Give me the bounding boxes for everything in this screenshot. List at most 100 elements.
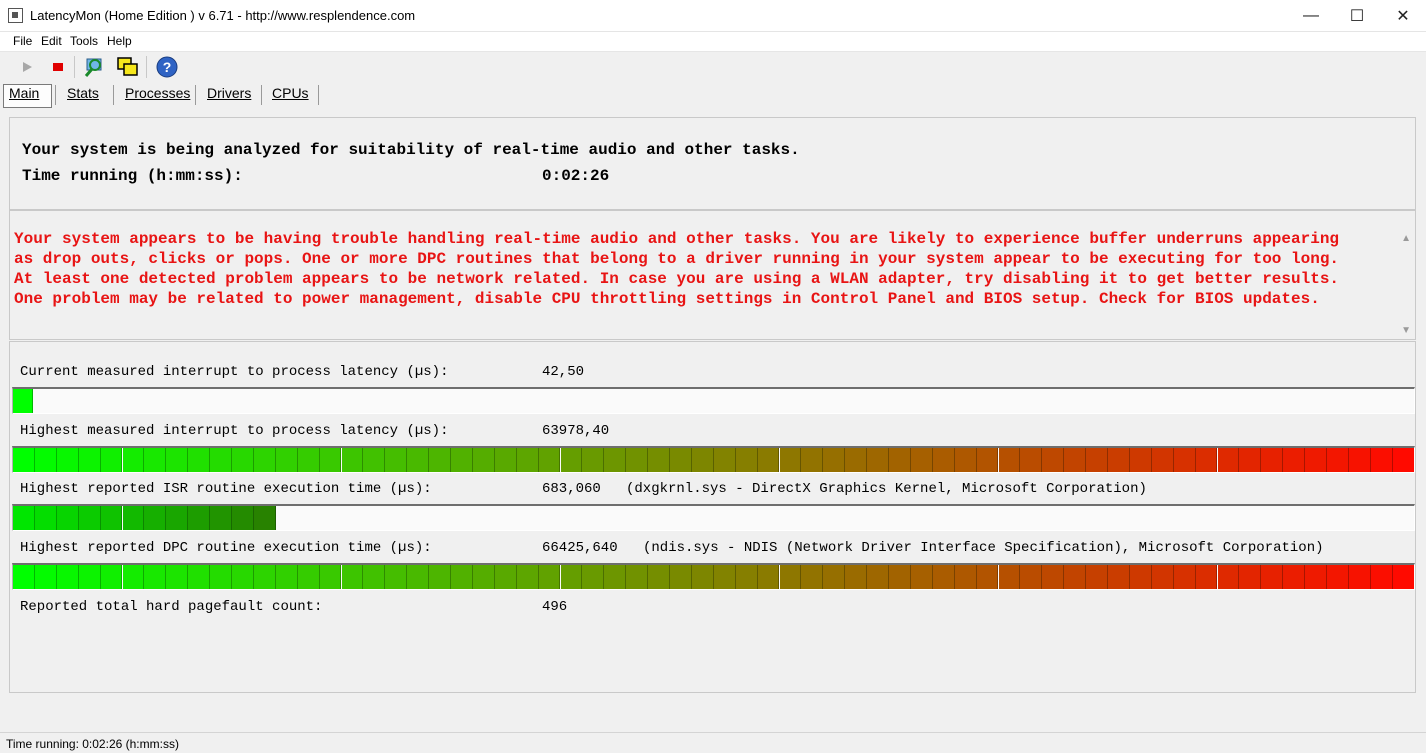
bar-segment — [582, 565, 605, 589]
bar-segment — [1283, 448, 1306, 472]
bar-segment — [166, 506, 189, 530]
warning-line: Your system appears to be having trouble… — [14, 230, 1340, 248]
isr-time-bar — [12, 504, 1415, 531]
bar-segment — [297, 565, 320, 589]
bar-segment — [845, 448, 868, 472]
bar-segment — [889, 448, 911, 472]
bar-segment — [1305, 448, 1327, 472]
bar-segment — [319, 565, 342, 589]
isr-time-value: 683,060 — [542, 481, 601, 497]
bar-segment — [1042, 448, 1065, 472]
bar-segment — [998, 565, 1021, 589]
bar-segment — [867, 565, 889, 589]
tab-separator — [55, 85, 56, 105]
bar-segment — [297, 448, 320, 472]
isr-time-label: Highest reported ISR routine execution t… — [20, 481, 432, 497]
help-button[interactable]: ? — [155, 55, 179, 79]
measurements-panel: Current measured interrupt to process la… — [9, 341, 1416, 693]
warning-panel: Your system appears to be having trouble… — [9, 210, 1416, 340]
stop-icon — [53, 63, 63, 71]
bar-segment — [1020, 448, 1043, 472]
bar-segment — [1151, 448, 1174, 472]
tab-drivers[interactable]: Drivers — [207, 85, 251, 101]
bar-segment — [494, 565, 517, 589]
close-button[interactable]: ✕ — [1380, 0, 1426, 31]
bar-segment — [932, 565, 955, 589]
menu-edit[interactable]: Edit — [41, 34, 62, 48]
toolbar-separator — [74, 56, 75, 78]
search-button[interactable] — [83, 55, 107, 79]
tab-processes[interactable]: Processes — [125, 85, 190, 101]
bar-segment — [910, 565, 933, 589]
play-icon — [23, 62, 32, 72]
time-running-label: Time running (h:mm:ss): — [22, 167, 243, 185]
bar-segment — [538, 565, 561, 589]
bar-segment — [34, 565, 57, 589]
tab-stats[interactable]: Stats — [67, 85, 99, 101]
play-button[interactable] — [15, 55, 39, 79]
bar-segment — [1348, 448, 1371, 472]
bar-segment — [1064, 448, 1087, 472]
bar-segment — [78, 565, 101, 589]
bar-segment — [253, 565, 276, 589]
minimize-button[interactable]: — — [1288, 0, 1334, 31]
bar-segment — [385, 565, 408, 589]
bar-segment — [582, 448, 605, 472]
bar-segment — [889, 565, 911, 589]
bar-segment — [363, 448, 386, 472]
pagefault-label: Reported total hard pagefault count: — [20, 599, 323, 615]
bar-segment — [34, 506, 57, 530]
bar-segment — [1327, 448, 1349, 472]
bar-segment — [1086, 448, 1108, 472]
bar-segment — [1370, 448, 1393, 472]
bar-segment — [1086, 565, 1108, 589]
bar-segment — [954, 565, 977, 589]
bar-segment — [429, 565, 451, 589]
tab-main[interactable]: Main — [9, 85, 39, 101]
app-icon — [8, 8, 23, 23]
bar-segment — [407, 565, 430, 589]
scroll-up-icon[interactable]: ▲ — [1401, 233, 1411, 244]
warning-line: as drop outs, clicks or pops. One or mor… — [14, 250, 1340, 268]
bar-segment — [100, 506, 123, 530]
bar-segment — [1217, 448, 1240, 472]
bar-segment — [648, 448, 670, 472]
scroll-down-icon[interactable]: ▼ — [1401, 325, 1411, 336]
maximize-button[interactable]: ☐ — [1334, 0, 1380, 31]
bar-segment — [1173, 565, 1196, 589]
dpc-time-value: 66425,640 — [542, 540, 618, 556]
bar-segment — [1392, 565, 1414, 589]
bar-segment — [1217, 565, 1240, 589]
current-latency-label: Current measured interrupt to process la… — [20, 364, 449, 380]
status-bar: Time running: 0:02:26 (h:mm:ss) — [0, 732, 1426, 753]
bar-segment — [1042, 565, 1065, 589]
bar-segment — [472, 565, 495, 589]
bar-segment — [407, 448, 430, 472]
bar-segment — [1173, 448, 1196, 472]
bar-segment — [1108, 565, 1130, 589]
bar-segment — [472, 448, 495, 472]
analysis-status-panel: Your system is being analyzed for suitab… — [9, 117, 1416, 210]
isr-driver-info: (dxgkrnl.sys - DirectX Graphics Kernel, … — [626, 481, 1147, 497]
bar-segment — [823, 565, 846, 589]
tab-separator — [261, 85, 262, 105]
menu-tools[interactable]: Tools — [70, 34, 98, 48]
tab-cpus[interactable]: CPUs — [272, 85, 309, 101]
menu-help[interactable]: Help — [107, 34, 132, 48]
bar-segment — [1348, 565, 1371, 589]
bar-segment — [932, 448, 955, 472]
bar-segment — [516, 565, 539, 589]
warning-line: At least one detected problem appears to… — [14, 270, 1340, 288]
menu-file[interactable]: File — [13, 34, 32, 48]
bar-segment — [188, 565, 211, 589]
stop-button[interactable] — [46, 55, 70, 79]
bar-segment — [801, 565, 824, 589]
bar-segment — [122, 448, 145, 472]
copy-windows-button[interactable] — [115, 55, 139, 79]
bar-segment — [998, 448, 1021, 472]
bar-segment — [670, 448, 692, 472]
bar-segment — [210, 506, 232, 530]
analysis-status-text: Your system is being analyzed for suitab… — [22, 141, 800, 159]
tab-separator — [113, 85, 114, 105]
current-latency-bar — [12, 387, 1415, 414]
